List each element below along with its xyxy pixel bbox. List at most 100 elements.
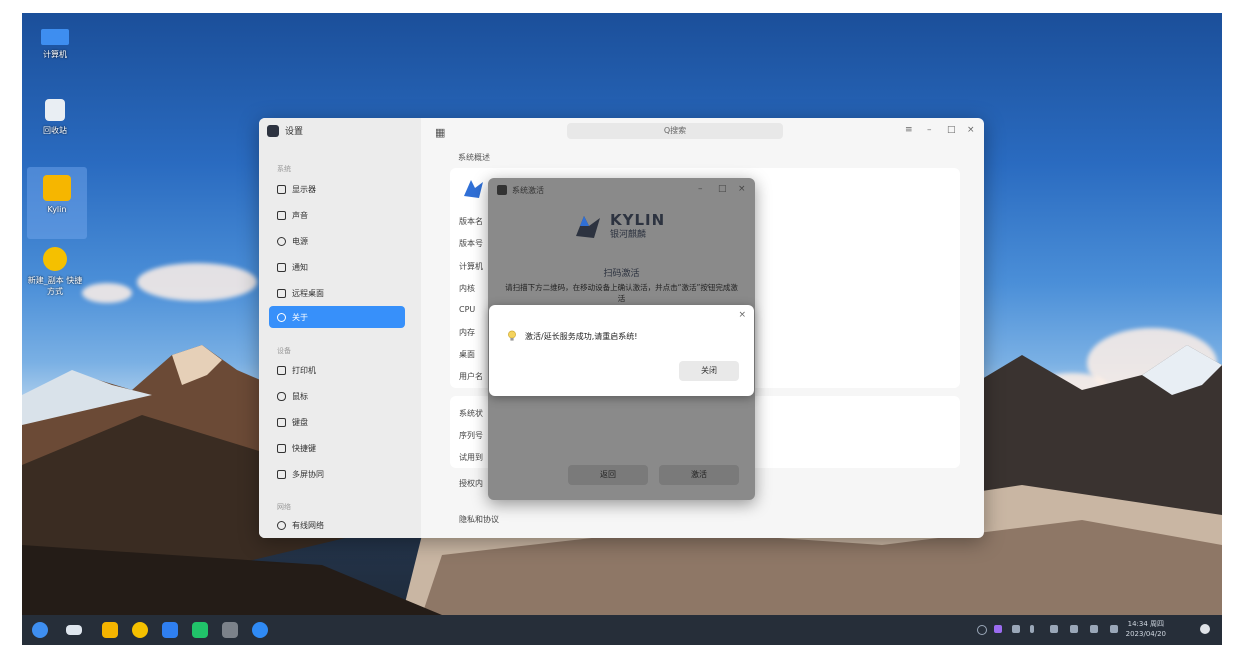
file-manager-icon[interactable] <box>102 622 118 638</box>
info-label: 内核 <box>459 284 475 293</box>
sidebar-item-wired-network[interactable]: 有线网络 <box>269 514 405 536</box>
kylin-logo-icon <box>464 180 483 198</box>
sidebar-item-about[interactable]: 关于 <box>269 306 405 328</box>
desktop-icon-computer[interactable]: 计算机 <box>25 27 85 60</box>
clock[interactable]: 14:34 周四 2023/04/20 <box>1126 619 1166 639</box>
settings-app-title: 设置 <box>285 127 304 137</box>
desktop-icon-shortcut[interactable]: 新建_副本 快捷方式 <box>25 247 85 297</box>
sidebar-item-power[interactable]: 电源 <box>269 230 405 252</box>
sidebar-item-label: 远程桌面 <box>292 288 324 298</box>
trash-icon <box>45 99 65 121</box>
network-tray-icon[interactable] <box>1012 625 1020 633</box>
status-label: 授权内 <box>459 479 483 488</box>
sidebar-group-system: 系统 <box>277 165 291 173</box>
terminal-icon[interactable] <box>222 622 238 638</box>
network-icon <box>277 520 286 530</box>
close-button[interactable]: 关闭 <box>679 361 739 381</box>
desktop-icon-trash[interactable]: 回收站 <box>25 99 85 136</box>
multitask-view-icon[interactable] <box>66 625 82 635</box>
power-icon <box>277 236 286 246</box>
display-icon <box>277 184 286 194</box>
settings-topbar: ▦ Q搜索 ≡ – □ × <box>421 118 984 144</box>
sidebar-item-label: 声音 <box>292 210 308 220</box>
keyboard-icon[interactable] <box>1110 625 1118 633</box>
settings-app-icon[interactable] <box>252 622 268 638</box>
activation-app-icon <box>497 185 507 195</box>
message-box: × 激活/延长服务成功,请重启系统! 关闭 <box>489 305 754 396</box>
search-input[interactable]: Q搜索 <box>567 123 783 139</box>
wifi-icon[interactable] <box>1070 625 1078 633</box>
minimize-icon[interactable]: – <box>927 125 932 135</box>
sidebar-item-remote-desktop[interactable]: 远程桌面 <box>269 282 405 304</box>
show-desktop-icon[interactable] <box>1200 624 1210 634</box>
close-icon[interactable]: × <box>738 184 746 194</box>
settings-app-header: 设置 <box>267 124 303 137</box>
computer-icon <box>41 29 69 45</box>
sidebar-item-label: 电源 <box>292 236 308 246</box>
close-icon[interactable]: × <box>738 310 746 320</box>
status-label: 试用到 <box>459 453 483 462</box>
privacy-link[interactable]: 隐私和协议 <box>459 514 499 525</box>
printer-icon <box>277 365 286 375</box>
sidebar-item-sound[interactable]: 声音 <box>269 204 405 226</box>
sidebar-item-multiscreen[interactable]: 多屏协同 <box>269 463 405 485</box>
apps-grid-icon[interactable]: ▦ <box>435 126 445 139</box>
search-icon[interactable] <box>977 625 987 635</box>
app-shortcut-icon <box>43 247 67 271</box>
menu-icon[interactable]: ≡ <box>905 125 913 135</box>
sidebar-item-mouse[interactable]: 鼠标 <box>269 385 405 407</box>
mouse-icon <box>277 391 286 401</box>
sidebar-item-shortcuts[interactable]: 快捷键 <box>269 437 405 459</box>
folder-icon <box>43 175 71 201</box>
maximize-icon[interactable]: □ <box>718 184 727 194</box>
maximize-icon[interactable]: □ <box>947 125 956 135</box>
mail-icon[interactable] <box>162 622 178 638</box>
settings-logo-icon <box>267 124 279 137</box>
sidebar-item-label: 鼠标 <box>292 391 308 401</box>
shortcut-icon <box>277 443 286 453</box>
back-button[interactable]: 返回 <box>568 465 648 485</box>
kylin-logo-icon <box>576 216 600 238</box>
scan-activation-description: 请扫描下方二维码，在移动设备上确认激活，并点击“激活”按钮完成激活 <box>505 283 738 303</box>
settings-sidebar: 设置 系统 显示器 声音 电源 通知 远程桌面 关于 设备 打印机 鼠标 键盘 … <box>259 118 421 538</box>
info-label: CPU <box>459 305 476 314</box>
info-label: 内存 <box>459 328 475 337</box>
lightbulb-icon <box>508 330 516 341</box>
remote-desktop-icon <box>277 288 286 298</box>
cloud <box>82 283 132 303</box>
scan-activation-title: 扫码激活 <box>603 269 640 279</box>
assistant-icon[interactable] <box>994 625 1002 633</box>
desktop-icon-label: 计算机 <box>43 50 67 59</box>
chat-icon[interactable] <box>192 622 208 638</box>
sidebar-item-label: 打印机 <box>292 365 316 375</box>
sidebar-item-display[interactable]: 显示器 <box>269 178 405 200</box>
minimize-icon[interactable]: – <box>698 184 703 194</box>
sidebar-item-label: 快捷键 <box>292 443 316 453</box>
desktop-icon-label: Kylin <box>47 205 67 214</box>
sidebar-item-label: 键盘 <box>292 417 308 427</box>
close-icon[interactable]: × <box>967 125 975 135</box>
message-text: 激活/延长服务成功,请重启系统! <box>525 332 638 341</box>
info-icon <box>277 312 286 322</box>
desktop-icon-label: 回收站 <box>43 126 67 135</box>
sidebar-group-devices: 设备 <box>277 347 291 355</box>
sidebar-item-notification[interactable]: 通知 <box>269 256 405 278</box>
info-label: 版本号 <box>459 239 483 248</box>
browser-icon[interactable] <box>132 622 148 638</box>
desktop-icon-kylin-folder[interactable]: Kylin <box>27 167 87 239</box>
sidebar-item-printer[interactable]: 打印机 <box>269 359 405 381</box>
input-method-icon[interactable] <box>1030 625 1034 633</box>
volume-icon[interactable] <box>1050 625 1058 633</box>
info-label: 计算机 <box>459 262 483 271</box>
clock-time: 14:34 周四 <box>1127 620 1165 628</box>
status-label: 系统状 <box>459 409 483 418</box>
cloud <box>137 263 257 301</box>
dialog-activate-button[interactable]: 激活 <box>659 465 739 485</box>
sidebar-item-keyboard[interactable]: 键盘 <box>269 411 405 433</box>
start-menu-icon[interactable] <box>32 622 48 638</box>
notification-icon[interactable] <box>1090 625 1098 633</box>
sidebar-group-network: 网络 <box>277 503 291 511</box>
sidebar-item-label: 显示器 <box>292 184 316 194</box>
sidebar-item-label: 多屏协同 <box>292 469 324 479</box>
desktop-icon-label: 新建_副本 快捷方式 <box>27 276 83 296</box>
